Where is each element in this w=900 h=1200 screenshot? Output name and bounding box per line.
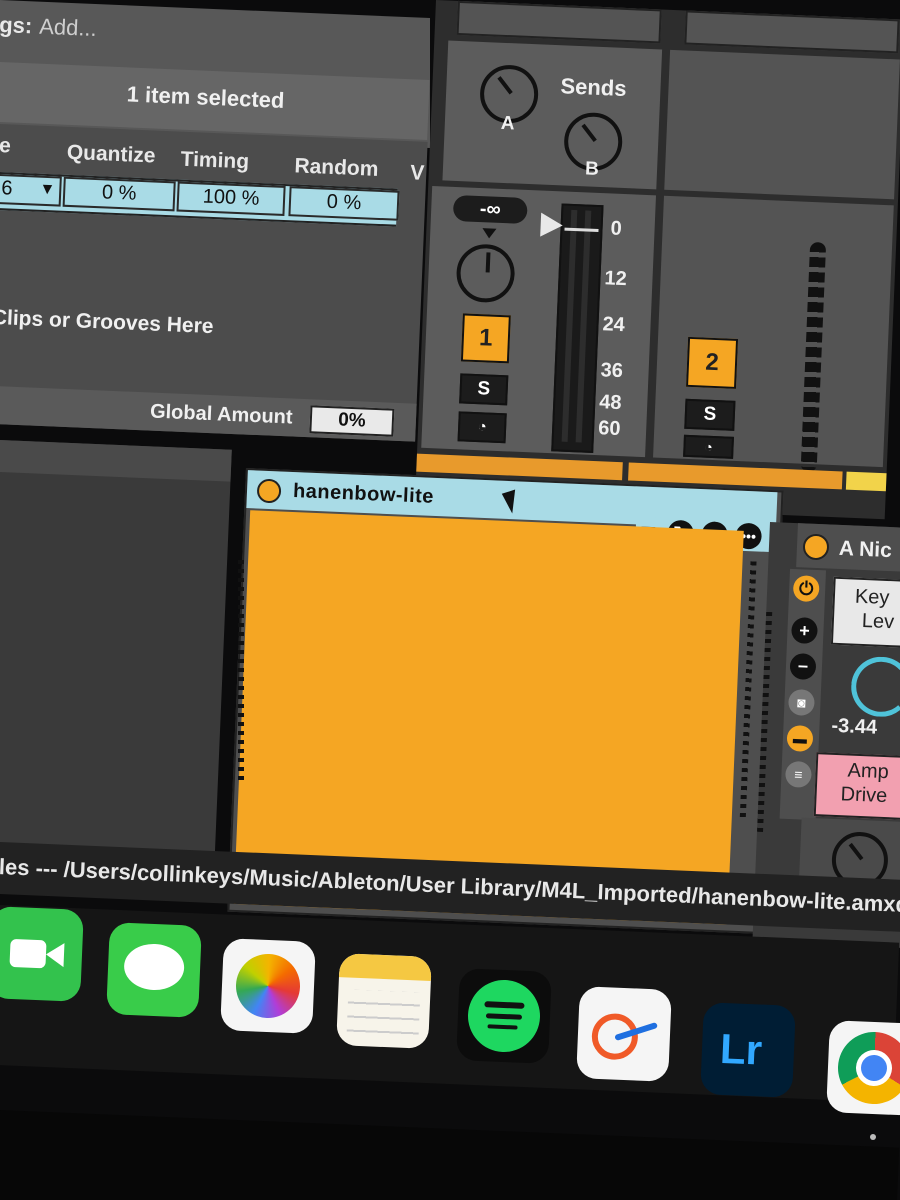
meter-tick-24: 24 xyxy=(602,313,626,337)
device-resize-grip[interactable] xyxy=(739,561,757,822)
triangle-down-icon xyxy=(482,228,497,239)
meter-tick-60: 60 xyxy=(597,417,621,441)
track-1-strip: -∞ 1 S ◔ 0 12 24 36 48 60 xyxy=(421,186,657,458)
groove-base-value: 6 xyxy=(0,177,13,200)
notes-lines xyxy=(346,989,421,1039)
rack-power-icon[interactable]: ⏻ xyxy=(792,575,820,603)
sends-section-1: A Sends B xyxy=(442,40,663,190)
track-2-solo[interactable]: S xyxy=(684,398,736,431)
mixer-area: A Sends B -∞ 1 S ◔ 0 12 24 36 48 60 2 S … xyxy=(415,0,900,520)
clock-icon: ◔ xyxy=(703,438,714,455)
meter-lane-left xyxy=(561,209,578,442)
second-device-activator-icon[interactable] xyxy=(802,533,830,561)
track-2-meter-dots xyxy=(800,241,827,473)
key-label-2: Lev xyxy=(861,609,895,634)
send-a-label: A xyxy=(500,112,516,135)
meter-lane-right xyxy=(575,210,592,443)
track-2-strip: 2 S ◔ xyxy=(653,195,894,473)
key-level-box[interactable]: Key Lev xyxy=(830,576,900,649)
drop-hint: Clips or Grooves Here xyxy=(0,305,214,339)
device-activator-icon[interactable] xyxy=(256,478,282,504)
screen: gs: Add... 1 item selected e Quantize Ti… xyxy=(0,0,900,1200)
random-field[interactable]: 0 % xyxy=(288,186,400,221)
device-title: hanenbow-lite xyxy=(292,480,435,508)
timing-field[interactable]: 100 % xyxy=(176,181,286,216)
second-device-title-bar[interactable]: A Nic xyxy=(796,523,900,573)
track-3-color-bar xyxy=(845,471,887,492)
sends-section-2 xyxy=(664,49,900,200)
track-1-solo[interactable]: S xyxy=(459,373,509,406)
track-1-arm[interactable]: ◔ xyxy=(457,411,507,444)
global-amount-field[interactable]: 0% xyxy=(309,405,395,437)
chrome-wheel xyxy=(836,1030,900,1106)
mouse-cursor-icon xyxy=(501,489,522,515)
pan-knob[interactable] xyxy=(455,243,516,304)
spotify-circle xyxy=(466,978,542,1054)
global-amount-label: Global Amount xyxy=(149,400,294,429)
volume-meter[interactable] xyxy=(551,203,604,453)
amp-drive-box[interactable]: Amp Drive xyxy=(813,752,900,821)
quantize-field[interactable]: 0 % xyxy=(62,176,176,212)
photos-flower-glyph xyxy=(234,952,302,1020)
groove-pool: e Quantize Timing Random V 6 ▼ 0 % 100 %… xyxy=(0,124,428,442)
left-grip[interactable] xyxy=(238,560,244,780)
camera-icon[interactable]: ◙ xyxy=(787,688,816,717)
fader-handle-icon[interactable] xyxy=(540,212,564,238)
track-1-activator[interactable]: 1 xyxy=(460,313,511,364)
second-device-title: A Nic xyxy=(838,536,893,563)
amp-label-2: Drive xyxy=(840,783,888,808)
amp-label-1: Amp xyxy=(847,759,890,784)
empty-panel-header xyxy=(0,440,232,482)
global-amount-bar: Global Amount 0% xyxy=(0,385,417,442)
bezel xyxy=(0,1110,900,1200)
groove-col-v: V xyxy=(409,161,425,185)
groove-col-partial: e xyxy=(0,133,12,158)
lightroom-icon[interactable]: Lr xyxy=(700,1002,796,1098)
chrome-icon[interactable] xyxy=(826,1020,900,1116)
selection-status: 1 item selected xyxy=(126,81,285,113)
clock-icon: ◔ xyxy=(477,418,488,436)
macro-icon[interactable]: ▬ xyxy=(786,724,814,752)
chevron-down-icon: ▼ xyxy=(39,180,56,199)
tags-input[interactable]: Add... xyxy=(39,14,97,42)
groove-col-random: Random xyxy=(294,154,379,181)
key-label-1: Key xyxy=(854,585,890,610)
photos-icon[interactable] xyxy=(220,938,316,1034)
meter-tick-0: 0 xyxy=(610,217,623,240)
level-knob[interactable] xyxy=(849,655,900,719)
plus-icon[interactable]: + xyxy=(790,617,819,645)
track-2-activator[interactable]: 2 xyxy=(686,336,739,389)
groove-col-quantize: Quantize xyxy=(66,140,156,168)
meter-tick-12: 12 xyxy=(604,267,628,291)
facetime-icon[interactable] xyxy=(0,906,84,1002)
clip-slot-2[interactable] xyxy=(684,10,900,54)
sends-label: Sends xyxy=(559,73,628,102)
minus-icon[interactable]: − xyxy=(789,652,817,681)
meter-tick-48: 48 xyxy=(598,391,622,415)
freeform-icon[interactable] xyxy=(576,986,672,1082)
volume-readout[interactable]: -∞ xyxy=(452,194,528,224)
track-2-arm[interactable]: ◔ xyxy=(683,434,734,459)
empty-panel xyxy=(0,440,232,860)
clip-slot-1[interactable] xyxy=(456,0,662,44)
groove-col-timing: Timing xyxy=(180,147,250,174)
video-camera-glyph xyxy=(9,938,47,969)
groove-base-select[interactable]: 6 ▼ xyxy=(0,173,62,207)
tags-label: gs: xyxy=(0,11,33,39)
speech-bubble-glyph xyxy=(123,942,186,992)
running-indicator xyxy=(870,1134,876,1140)
notes-header xyxy=(338,953,432,981)
lightroom-text: Lr xyxy=(719,1024,763,1074)
level-knob-value: -3.44 xyxy=(831,714,878,739)
spotify-icon[interactable] xyxy=(456,968,552,1064)
video-camera-lens xyxy=(45,942,65,968)
send-b-label: B xyxy=(584,158,600,180)
messages-icon[interactable] xyxy=(106,922,202,1018)
list-icon[interactable]: ≡ xyxy=(784,760,812,788)
notes-icon[interactable] xyxy=(336,953,432,1049)
meter-tick-36: 36 xyxy=(600,359,624,383)
